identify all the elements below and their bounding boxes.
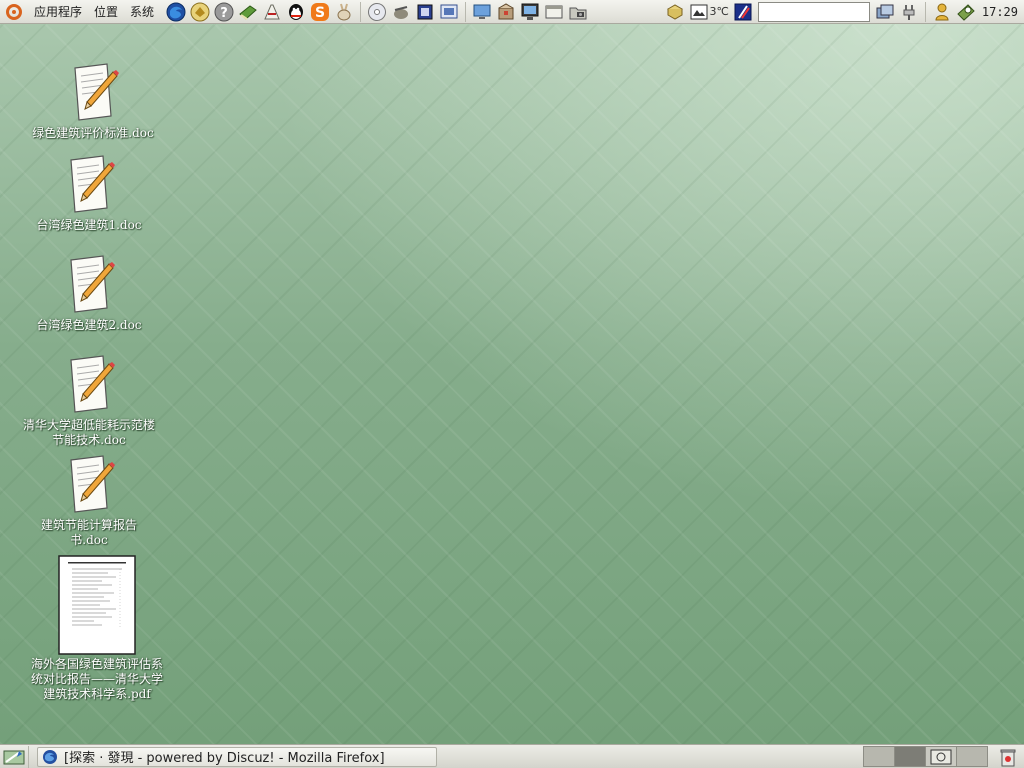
workspace-window-icon — [930, 749, 952, 764]
window-icon[interactable] — [543, 1, 565, 23]
user-switch-icon[interactable] — [932, 1, 952, 23]
power-plug-icon[interactable] — [899, 1, 919, 23]
package-icon[interactable] — [495, 1, 517, 23]
document-icon — [70, 355, 115, 413]
system-tray: 3℃ 17:29 — [663, 0, 1024, 23]
top-panel: 应用程序 位置 系统 ? S 3℃ 17:29 — [0, 0, 1024, 24]
trash-applet[interactable] — [996, 746, 1020, 768]
desktop-icon-label: 建筑节能计算报告书.doc — [40, 518, 137, 547]
desktop-icon-doc[interactable]: 清华大学超低能耗示范楼节能技术.doc — [14, 354, 164, 448]
menu-system[interactable]: 系统 — [124, 0, 160, 24]
workspace-2[interactable] — [894, 746, 926, 767]
folder-camera-icon[interactable] — [567, 1, 589, 23]
document-icon — [70, 255, 115, 313]
qq-icon[interactable] — [285, 1, 307, 23]
firefox-icon[interactable] — [165, 1, 187, 23]
temperature-label: 3℃ — [709, 5, 729, 18]
show-desktop-icon — [3, 750, 25, 764]
trash-icon — [1000, 749, 1016, 767]
firefox-icon — [43, 749, 57, 764]
desktop-icon-doc[interactable]: 绿色建筑评价标准.doc — [18, 62, 168, 141]
screenshot-icon[interactable] — [438, 1, 460, 23]
update-notifier-icon[interactable] — [956, 1, 976, 23]
desktop-icon-label: 台湾绿色建筑1.doc — [36, 218, 142, 232]
svg-text:S: S — [315, 5, 325, 21]
launcher-bar: ? S — [164, 1, 590, 23]
ubuntu-logo-icon[interactable] — [6, 3, 22, 20]
book-icon[interactable] — [237, 1, 259, 23]
desktop-icon-label: 台湾绿色建筑2.doc — [36, 318, 142, 332]
workspace-4[interactable] — [956, 746, 988, 767]
bottom-panel: [探索 · 發現 - powered by Discuz! - Mozilla … — [0, 744, 1024, 768]
desktop[interactable]: 绿色建筑评价标准.doc 台湾绿色建筑1.doc 台湾绿色建筑2.doc 清华大… — [0, 24, 1024, 744]
desktop-icon-doc[interactable]: 建筑节能计算报告书.doc — [14, 454, 164, 548]
dictionary-icon[interactable] — [261, 1, 283, 23]
evolution-icon[interactable] — [189, 1, 211, 23]
mail-notify-icon[interactable] — [665, 1, 685, 23]
pdf-thumbnail-icon — [58, 555, 136, 655]
document-icon — [70, 455, 115, 513]
menu-places[interactable]: 位置 — [88, 0, 124, 24]
menu-applications[interactable]: 应用程序 — [28, 0, 88, 24]
svg-text:?: ? — [220, 6, 228, 21]
remote-desktop-icon[interactable] — [471, 1, 493, 23]
launcher-separator — [465, 1, 467, 22]
network-icon[interactable] — [875, 1, 895, 23]
workspace-switcher — [863, 746, 988, 767]
disc-icon[interactable] — [366, 1, 388, 23]
desktop-icon-doc[interactable]: 台湾绿色建筑1.doc — [14, 154, 164, 233]
show-desktop-button[interactable] — [0, 745, 29, 768]
document-icon — [70, 155, 115, 213]
clock[interactable]: 17:29 — [978, 5, 1024, 19]
monitor-icon[interactable] — [519, 1, 541, 23]
weather-applet[interactable]: 3℃ — [689, 1, 729, 23]
workspace-3[interactable] — [925, 746, 957, 767]
workspace-1[interactable] — [863, 746, 895, 767]
desktop-icon-label: 清华大学超低能耗示范楼节能技术.doc — [22, 418, 155, 447]
main-menu: 应用程序 位置 系统 — [0, 0, 160, 24]
stardict-icon[interactable] — [733, 1, 753, 23]
panel-search-input[interactable] — [757, 1, 870, 22]
tray-separator — [924, 1, 926, 22]
document-icon — [74, 63, 119, 121]
taskbar-button-label: [探索 · 發現 - powered by Discuz! - Mozilla … — [64, 751, 385, 766]
help-icon[interactable]: ? — [213, 1, 235, 23]
desktop-icon-pdf[interactable]: 海外各国绿色建筑评估系统对比报告——清华大学建筑技术科学系.pdf — [22, 555, 172, 702]
taskbar-button-firefox[interactable]: [探索 · 發現 - powered by Discuz! - Mozilla … — [37, 746, 437, 767]
desktop-icon-doc[interactable]: 台湾绿色建筑2.doc — [14, 254, 164, 333]
rabbit-icon[interactable] — [333, 1, 355, 23]
desktop-icon-label: 海外各国绿色建筑评估系统对比报告——清华大学建筑技术科学系.pdf — [30, 657, 163, 701]
desktop-icon-label: 绿色建筑评价标准.doc — [32, 126, 154, 140]
gimp-icon[interactable] — [390, 1, 412, 23]
chip-icon[interactable] — [414, 1, 436, 23]
skype-icon[interactable]: S — [309, 1, 331, 23]
launcher-separator — [360, 1, 362, 22]
